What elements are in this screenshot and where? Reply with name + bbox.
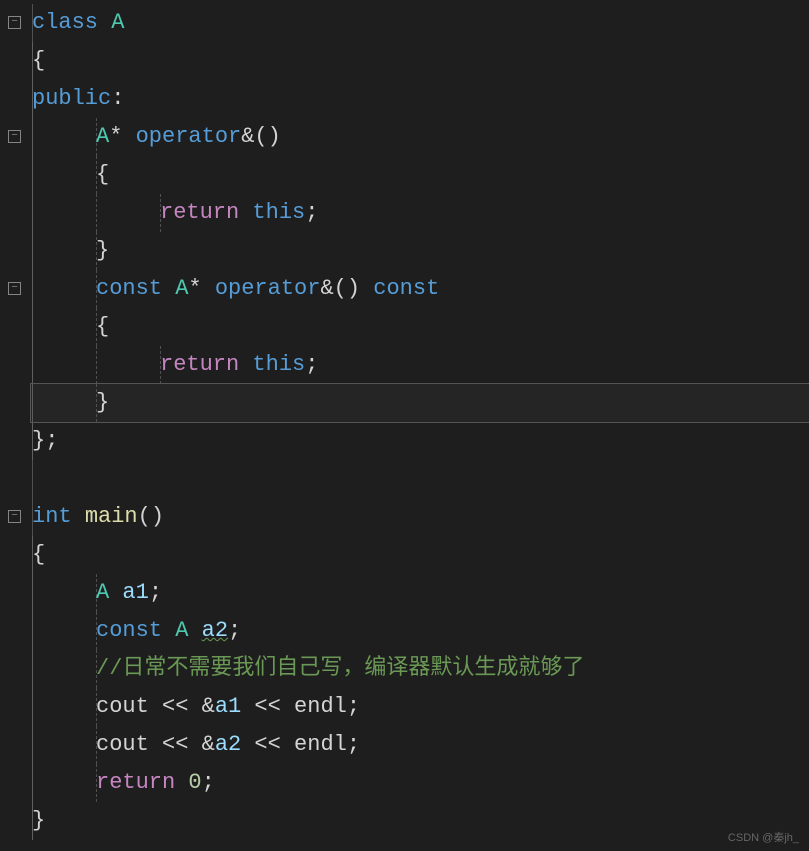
code-line[interactable]: const A a2; (30, 612, 809, 650)
code-line[interactable]: { (30, 42, 809, 80)
code-text: A a1; (96, 580, 162, 605)
code-text: public: (32, 86, 124, 111)
code-text: { (32, 542, 45, 567)
code-line[interactable] (30, 460, 809, 498)
code-line[interactable]: int main() (30, 498, 809, 536)
code-line[interactable]: class A (30, 4, 809, 42)
code-text: { (32, 48, 45, 73)
code-line[interactable]: const A* operator&() const (30, 270, 809, 308)
code-text: const A a2; (96, 618, 241, 643)
code-line[interactable]: } (30, 232, 809, 270)
code-line[interactable]: cout << &a1 << endl; (30, 688, 809, 726)
code-text: //日常不需要我们自己写，编译器默认生成就够了 (96, 656, 584, 681)
fold-toggle-icon[interactable] (8, 282, 21, 295)
code-line[interactable]: }; (30, 422, 809, 460)
code-line[interactable]: { (30, 536, 809, 574)
watermark: CSDN @秦jh_ (728, 829, 799, 845)
fold-toggle-icon[interactable] (8, 510, 21, 523)
code-text: } (96, 238, 109, 263)
code-text: }; (32, 428, 58, 453)
code-text: return this; (160, 352, 318, 377)
code-line[interactable]: return 0; (30, 764, 809, 802)
block-guide (32, 536, 33, 840)
code-line[interactable]: { (30, 308, 809, 346)
code-line[interactable]: } (30, 802, 809, 840)
code-text: A* operator&() (96, 124, 281, 149)
code-line[interactable]: return this; (30, 346, 809, 384)
code-text: { (96, 162, 109, 187)
code-text: cout << &a2 << endl; (96, 732, 360, 757)
code-text: } (96, 390, 109, 415)
code-area[interactable]: class A { public: A* operator&() { return thi… (30, 0, 809, 851)
code-text: class A (32, 10, 124, 35)
indent-guide (96, 346, 97, 384)
code-editor[interactable]: class A { public: A* operator&() { return thi… (0, 0, 809, 851)
code-line[interactable]: A a1; (30, 574, 809, 612)
fold-toggle-icon[interactable] (8, 16, 21, 29)
code-text: const A* operator&() const (96, 276, 439, 301)
code-line[interactable]: cout << &a2 << endl; (30, 726, 809, 764)
code-text: return this; (160, 200, 318, 225)
code-line[interactable]: { (30, 156, 809, 194)
code-text: int main() (32, 504, 164, 529)
indent-guide (32, 460, 33, 498)
indent-guide (96, 194, 97, 232)
code-line[interactable]: return this; (30, 194, 809, 232)
code-text: cout << &a1 << endl; (96, 694, 360, 719)
gutter (0, 0, 30, 851)
code-line[interactable]: //日常不需要我们自己写，编译器默认生成就够了 (30, 650, 809, 688)
code-text: } (32, 808, 45, 833)
code-line[interactable]: public: (30, 80, 809, 118)
code-text: return 0; (96, 770, 215, 795)
current-line-highlight (30, 383, 809, 423)
code-line[interactable]: A* operator&() (30, 118, 809, 156)
fold-toggle-icon[interactable] (8, 130, 21, 143)
code-text: { (96, 314, 109, 339)
